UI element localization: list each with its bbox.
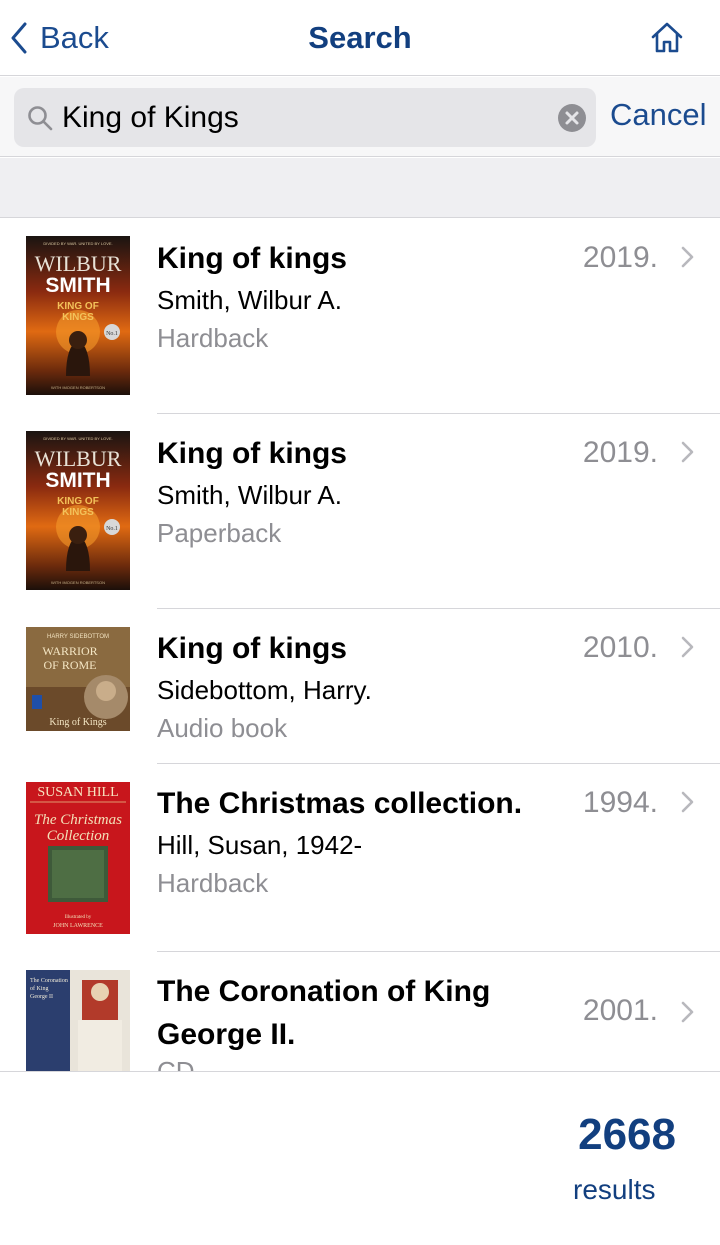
result-row[interactable]: The Coronation of King George II The Cor… — [0, 952, 720, 1071]
result-year: 1994. — [582, 786, 658, 819]
results-count-label: results — [573, 1174, 656, 1205]
svg-text:Illustrated by: Illustrated by — [65, 915, 92, 920]
svg-text:WARRIOR: WARRIOR — [42, 644, 97, 658]
svg-text:SMITH: SMITH — [45, 469, 110, 492]
svg-text:WITH IMOGEN ROBERTSON: WITH IMOGEN ROBERTSON — [51, 580, 105, 585]
result-row[interactable]: HARRY SIDEBOTTOM WARRIOR OF ROME King of… — [0, 609, 720, 764]
svg-text:SUSAN HILL: SUSAN HILL — [37, 785, 118, 800]
result-year: 2010. — [582, 631, 658, 664]
home-icon — [651, 22, 683, 53]
chevron-right-icon — [681, 636, 694, 658]
result-format: Paperback — [157, 518, 282, 548]
result-title-line-2: George II. — [157, 1018, 296, 1051]
result-year: 2019. — [582, 241, 658, 274]
home-button[interactable] — [649, 20, 685, 56]
result-title: King of kings — [157, 437, 347, 470]
chevron-right-icon — [681, 441, 694, 463]
svg-text:KING OF: KING OF — [57, 496, 99, 507]
svg-text:KING OF: KING OF — [57, 301, 99, 312]
book-cover: HARRY SIDEBOTTOM WARRIOR OF ROME King of… — [26, 627, 130, 731]
result-year: 2001. — [582, 994, 658, 1027]
svg-text:of King: of King — [30, 985, 49, 992]
book-cover: DIVIDED BY WAR. UNITED BY LOVE. WILBUR S… — [26, 431, 130, 590]
book-cover: The Coronation of King George II — [26, 970, 130, 1071]
svg-text:DIVIDED BY WAR. UNITED BY LOVE: DIVIDED BY WAR. UNITED BY LOVE. — [43, 436, 112, 441]
svg-text:No.1: No.1 — [106, 526, 118, 532]
svg-text:WILBUR: WILBUR — [35, 446, 122, 471]
svg-text:WILBUR: WILBUR — [35, 251, 122, 276]
chevron-right-icon — [681, 1001, 694, 1023]
chevron-right-icon — [681, 791, 694, 813]
svg-text:SMITH: SMITH — [45, 274, 110, 297]
result-format: CD — [157, 1056, 195, 1071]
svg-text:OF ROME: OF ROME — [43, 658, 96, 672]
clear-icon — [565, 111, 579, 125]
result-title: The Christmas collection. — [157, 787, 523, 820]
result-row[interactable]: DIVIDED BY WAR. UNITED BY LOVE. WILBUR S… — [0, 219, 720, 414]
book-cover: DIVIDED BY WAR. UNITED BY LOVE. WILBUR S… — [26, 236, 130, 395]
svg-text:George II: George II — [30, 994, 53, 1000]
result-format: Audio book — [157, 713, 288, 743]
svg-text:JOHN LAWRENCE: JOHN LAWRENCE — [53, 923, 103, 929]
svg-text:The Christmas: The Christmas — [34, 812, 122, 828]
results-footer: 2668 results — [0, 1071, 720, 1245]
svg-text:The Coronation: The Coronation — [30, 978, 68, 984]
svg-text:Collection: Collection — [47, 828, 110, 844]
result-title-line-1: The Coronation of King — [157, 975, 491, 1008]
result-author: Sidebottom, Harry. — [157, 675, 372, 705]
result-author: Smith, Wilbur A. — [157, 480, 342, 510]
results-count: 2668 — [578, 1110, 676, 1159]
search-input[interactable] — [62, 88, 542, 147]
result-year: 2019. — [582, 436, 658, 469]
svg-text:KINGS: KINGS — [62, 312, 94, 323]
cancel-button[interactable]: Cancel — [610, 97, 707, 133]
section-spacer — [0, 158, 720, 218]
svg-text:DIVIDED BY WAR. UNITED BY LOVE: DIVIDED BY WAR. UNITED BY LOVE. — [43, 241, 112, 246]
result-title: King of kings — [157, 632, 347, 665]
svg-text:HARRY SIDEBOTTOM: HARRY SIDEBOTTOM — [47, 634, 109, 640]
book-cover: SUSAN HILL The Christmas Collection Illu… — [26, 782, 130, 934]
result-format: Hardback — [157, 868, 269, 898]
result-row[interactable]: DIVIDED BY WAR. UNITED BY LOVE. WILBUR S… — [0, 414, 720, 609]
result-author: Smith, Wilbur A. — [157, 285, 342, 315]
result-row[interactable]: SUSAN HILL The Christmas Collection Illu… — [0, 764, 720, 952]
svg-text:WITH IMOGEN ROBERTSON: WITH IMOGEN ROBERTSON — [51, 385, 105, 390]
search-icon — [28, 106, 53, 131]
result-format: Hardback — [157, 323, 269, 353]
svg-text:No.1: No.1 — [106, 331, 118, 337]
result-author: Hill, Susan, 1942- — [157, 830, 363, 860]
search-field[interactable] — [14, 88, 596, 147]
svg-text:KINGS: KINGS — [62, 507, 94, 518]
page-title: Search — [308, 20, 412, 55]
search-bar: Cancel — [0, 77, 720, 157]
navigation-bar: Back Search — [0, 0, 720, 76]
results-list[interactable]: DIVIDED BY WAR. UNITED BY LOVE. WILBUR S… — [0, 219, 720, 1071]
clear-search-button[interactable] — [558, 104, 586, 132]
svg-text:King of Kings: King of Kings — [49, 717, 106, 728]
chevron-right-icon — [681, 246, 694, 268]
result-title: King of kings — [157, 242, 347, 275]
